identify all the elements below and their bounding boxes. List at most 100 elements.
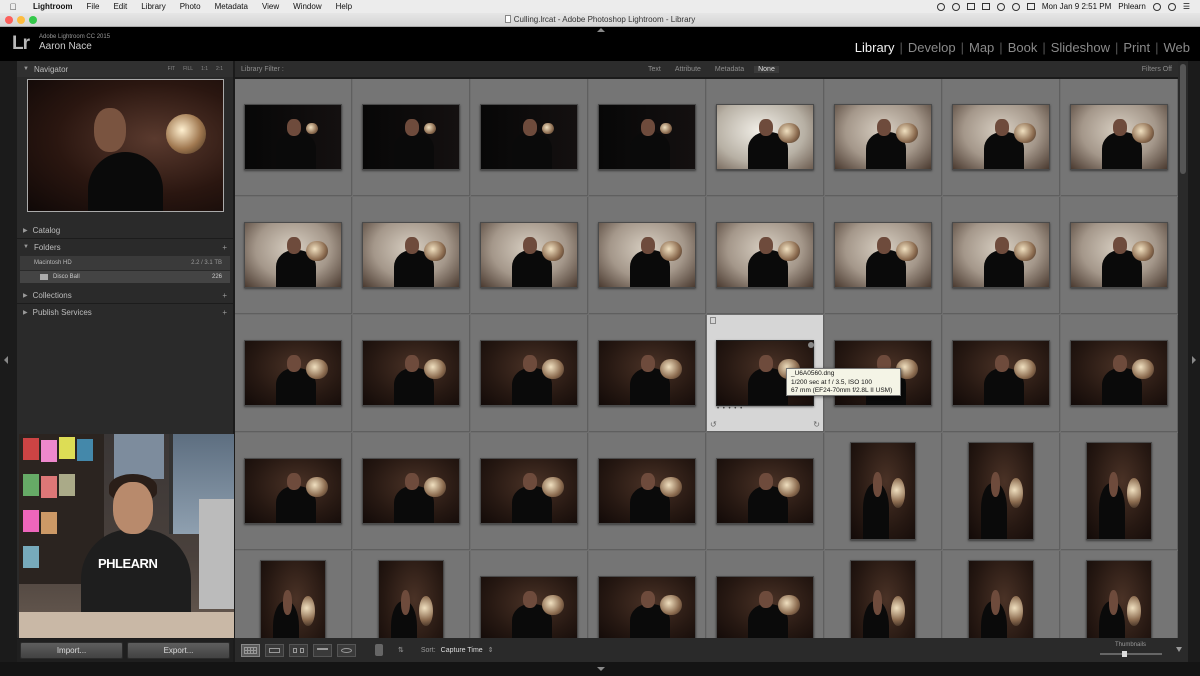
filters-off-dropdown[interactable]: Filters Off <box>1142 66 1172 73</box>
thumbnail-image[interactable] <box>362 458 460 524</box>
thumbnail-image[interactable] <box>716 104 814 170</box>
time-machine-icon[interactable] <box>996 2 1005 11</box>
toolbar-menu-icon[interactable] <box>1176 647 1182 652</box>
thumbnail-image[interactable] <box>244 340 342 406</box>
minimize-window-button[interactable] <box>17 16 25 24</box>
thumbnail-image[interactable] <box>480 340 578 406</box>
filter-none[interactable]: None <box>754 65 779 73</box>
thumbnail-image[interactable] <box>1070 340 1168 406</box>
thumbnail-cell[interactable] <box>353 551 470 638</box>
thumbnail-image[interactable] <box>598 104 696 170</box>
zoom-window-button[interactable] <box>29 16 37 24</box>
rotate-right-icon[interactable]: ↻ <box>813 420 820 429</box>
thumbnail-cell[interactable] <box>1061 433 1178 550</box>
battery-icon[interactable] <box>1026 3 1035 10</box>
bottom-panel-toggle-icon[interactable] <box>597 667 605 671</box>
thumbnail-cell[interactable] <box>235 433 352 550</box>
thumbnail-image[interactable] <box>1086 442 1152 540</box>
thumbnail-image[interactable] <box>480 576 578 638</box>
star-rating[interactable]: • • • • • <box>717 406 743 412</box>
thumbnail-image[interactable] <box>362 340 460 406</box>
left-panel-toggle-icon[interactable] <box>4 356 8 364</box>
thumbnail-cell[interactable] <box>707 551 824 638</box>
menu-file[interactable]: File <box>80 2 107 11</box>
thumbnail-cell[interactable] <box>1061 315 1178 432</box>
record-status-icon[interactable] <box>936 2 945 11</box>
thumbnail-cell[interactable] <box>471 197 588 314</box>
export-button[interactable]: Export... <box>127 642 230 659</box>
thumbnail-image[interactable] <box>1070 104 1168 170</box>
menubar-user[interactable]: Phlearn <box>1118 2 1146 11</box>
thumbnail-cell[interactable] <box>943 79 1060 196</box>
slider-knob[interactable] <box>1121 651 1127 657</box>
grid-scrollbar[interactable] <box>1178 61 1188 638</box>
people-view-button[interactable] <box>337 643 356 657</box>
module-slideshow[interactable]: Slideshow <box>1046 40 1115 55</box>
thumbnail-image[interactable] <box>598 222 696 288</box>
expand-triangle-icon[interactable]: ▶ <box>23 292 28 299</box>
loupe-view-button[interactable] <box>265 643 284 657</box>
thumbnail-size-slider[interactable] <box>1100 651 1162 657</box>
menu-photo[interactable]: Photo <box>173 2 208 11</box>
thumbnail-cell[interactable] <box>235 79 352 196</box>
navigator-1to1[interactable]: 1:1 <box>201 66 208 72</box>
thumbnail-image[interactable] <box>362 222 460 288</box>
navigator-preview[interactable] <box>26 79 224 212</box>
folders-header[interactable]: ▼ Folders + <box>17 239 233 255</box>
painter-spray-icon[interactable] <box>375 644 383 656</box>
thumbnail-cell[interactable] <box>1061 551 1178 638</box>
thumbnail-cell[interactable] <box>589 551 706 638</box>
add-publish-service-icon[interactable]: + <box>222 308 233 317</box>
thumbnail-image[interactable] <box>1070 222 1168 288</box>
module-develop[interactable]: Develop <box>903 40 961 55</box>
add-folder-icon[interactable]: + <box>222 243 233 252</box>
navigator-fit[interactable]: FIT <box>168 66 176 72</box>
sort-direction-icon[interactable]: ⇅ <box>398 646 404 654</box>
thumbnail-cell[interactable] <box>825 197 942 314</box>
thumbnail-image[interactable] <box>244 458 342 524</box>
thumbnail-image[interactable] <box>260 560 326 638</box>
thumbnail-image[interactable] <box>952 222 1050 288</box>
thumbnail-cell[interactable] <box>471 551 588 638</box>
thumbnail-cell[interactable] <box>353 433 470 550</box>
navigator-header[interactable]: ▼ Navigator FIT FILL 1:1 2:1 <box>17 61 233 77</box>
module-print[interactable]: Print <box>1118 40 1155 55</box>
dropbox-status-icon[interactable] <box>981 3 990 10</box>
collapse-triangle-icon[interactable]: ▼ <box>23 244 29 250</box>
menu-window[interactable]: Window <box>286 2 328 11</box>
thumbnail-image[interactable] <box>850 560 916 638</box>
publish-services-header[interactable]: ▶ Publish Services + <box>17 304 233 320</box>
display-status-icon[interactable] <box>966 3 975 10</box>
filter-attribute[interactable]: Attribute <box>671 66 705 73</box>
sort-dropdown-arrow-icon[interactable]: ⇕ <box>488 646 494 654</box>
thumbnail-image[interactable] <box>834 104 932 170</box>
expand-triangle-icon[interactable]: ▶ <box>23 227 28 234</box>
thumbnail-image[interactable] <box>598 458 696 524</box>
add-collection-icon[interactable]: + <box>222 291 233 300</box>
wifi-icon[interactable] <box>1011 2 1020 11</box>
thumbnail-cell[interactable] <box>943 197 1060 314</box>
thumbnail-image[interactable] <box>850 442 916 540</box>
import-button[interactable]: Import... <box>20 642 123 659</box>
expand-triangle-icon[interactable]: ▶ <box>23 309 28 316</box>
navigator-fill[interactable]: FILL <box>183 66 193 72</box>
menu-view[interactable]: View <box>255 2 286 11</box>
module-book[interactable]: Book <box>1003 40 1043 55</box>
thumbnail-cell[interactable] <box>589 433 706 550</box>
volume-row[interactable]: Macintosh HD 2.2 / 3.1 TB <box>20 256 230 270</box>
thumbnail-cell[interactable] <box>471 79 588 196</box>
thumbnail-image[interactable] <box>968 560 1034 638</box>
thumbnail-cell[interactable] <box>943 551 1060 638</box>
menu-metadata[interactable]: Metadata <box>208 2 255 11</box>
thumbnail-image[interactable] <box>598 576 696 638</box>
module-library[interactable]: Library <box>850 40 900 55</box>
thumbnail-image[interactable] <box>244 104 342 170</box>
top-panel-toggle-icon[interactable] <box>597 28 605 32</box>
thumbnail-cell[interactable] <box>235 551 352 638</box>
thumbnail-image[interactable] <box>834 222 932 288</box>
thumbnail-cell[interactable] <box>589 315 706 432</box>
collections-header[interactable]: ▶ Collections + <box>17 287 233 303</box>
filter-metadata[interactable]: Metadata <box>711 66 748 73</box>
compare-view-button[interactable] <box>289 643 308 657</box>
thumbnail-cell[interactable] <box>353 315 470 432</box>
